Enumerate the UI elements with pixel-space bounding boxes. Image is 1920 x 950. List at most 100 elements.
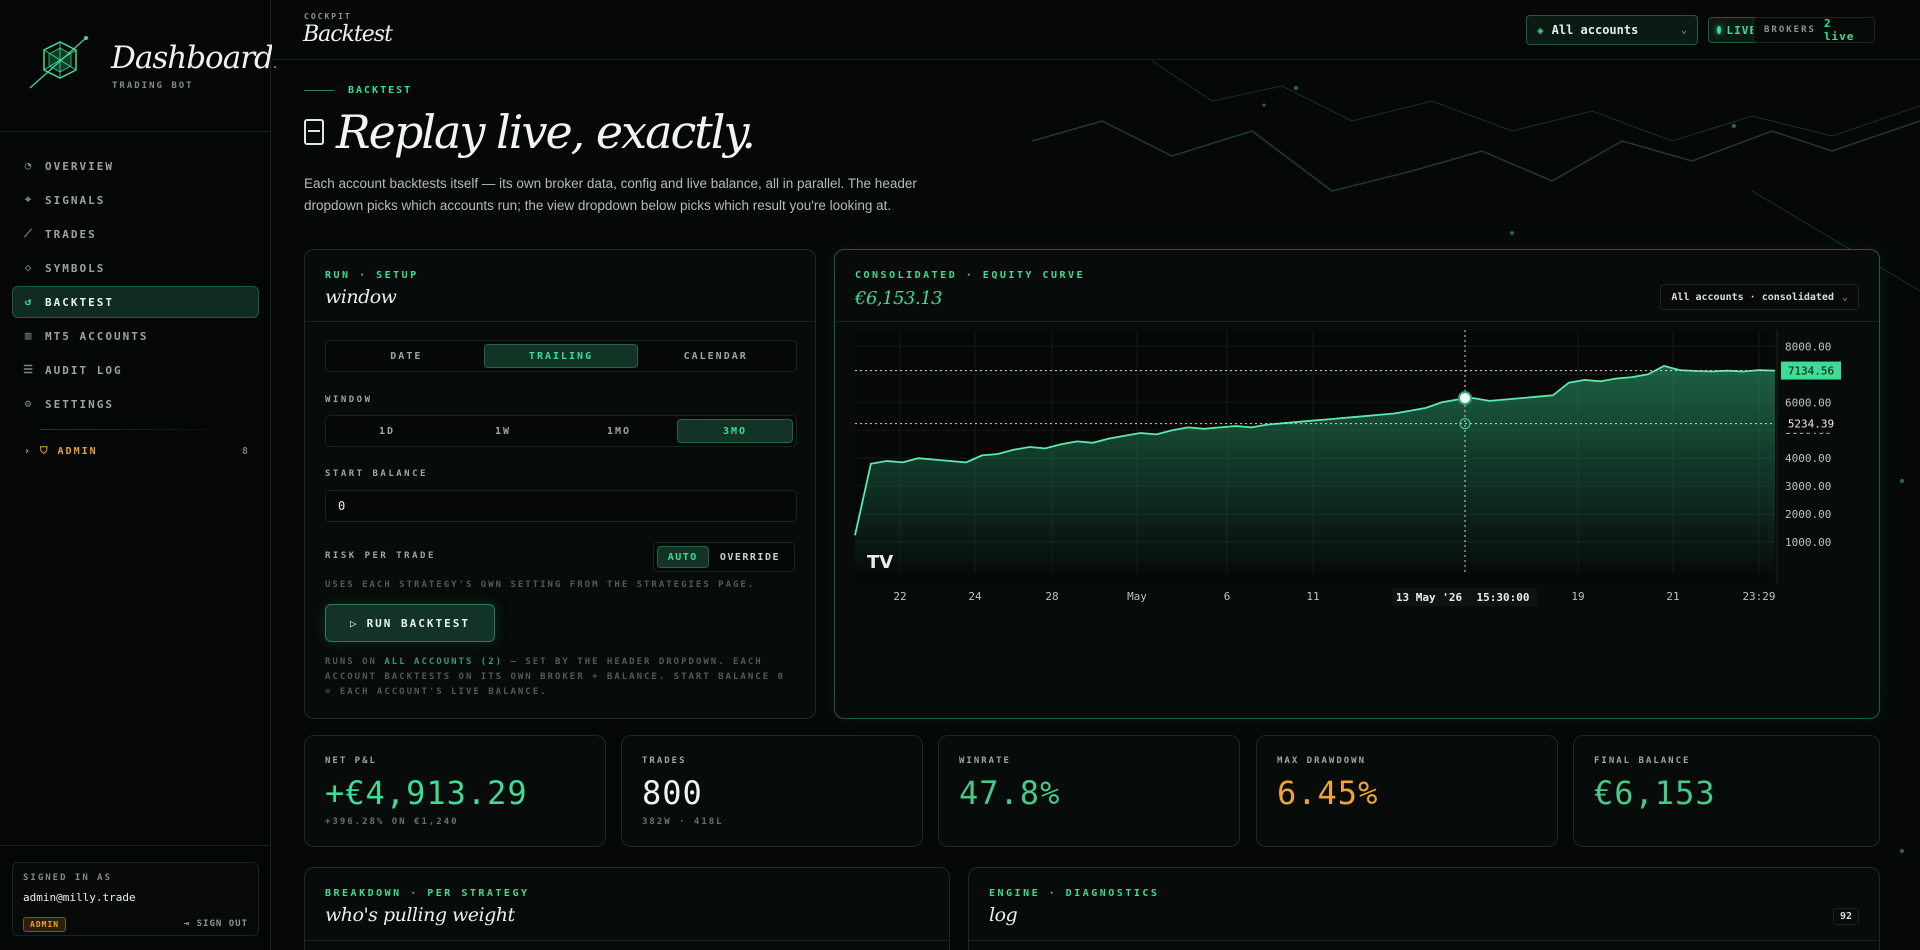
- sidebar-item-settings[interactable]: ⚙ SETTINGS: [12, 388, 259, 420]
- risk-note: USES EACH STRATEGY'S OWN SETTING FROM TH…: [325, 580, 756, 590]
- panel-kicker: RUN · SETUP: [325, 270, 419, 281]
- stat-label: WINRATE: [959, 756, 1011, 766]
- sidebar-item-label: MT5 ACCOUNTS: [45, 329, 149, 343]
- sidebar-divider: [0, 131, 271, 132]
- footer-note-part: RUNS ON: [325, 657, 385, 667]
- sidebar-item-label: SETTINGS: [45, 397, 114, 411]
- x-tick-label: 22: [893, 590, 906, 603]
- sidebar-item-overview[interactable]: ◔ OVERVIEW: [12, 150, 259, 182]
- window-1mo[interactable]: 1MO: [561, 419, 677, 443]
- stat-sub: +396.28% ON €1,240: [325, 817, 459, 827]
- risk-auto[interactable]: AUTO: [656, 546, 709, 568]
- tag-icon: ◇: [24, 261, 34, 274]
- stat-winrate: WINRATE 47.8%: [938, 735, 1240, 847]
- window-selector: 1D 1W 1MO 3MO: [325, 415, 797, 447]
- live-indicator-icon: [1717, 26, 1721, 34]
- list-icon: ☰: [23, 363, 35, 376]
- brokers-status[interactable]: BROKERS 2 live: [1753, 17, 1875, 43]
- crosshair-time-label: 15:30:00: [1477, 591, 1530, 604]
- y-tick-label: 6000.00: [1785, 396, 1831, 409]
- chevron-down-icon: ⌄: [1680, 24, 1687, 36]
- eyebrow-line: [304, 90, 334, 91]
- accounts-dropdown-label: All accounts: [1551, 23, 1639, 37]
- y-tick-label: 4000.00: [1785, 452, 1831, 465]
- window-1w[interactable]: 1W: [445, 419, 561, 443]
- sidebar-item-backtest[interactable]: ↺ BACKTEST: [12, 286, 259, 318]
- hero-text: Replay live, exactly.: [336, 105, 756, 159]
- sidebar-bottom-divider: [0, 845, 271, 846]
- x-tick-label: 21: [1666, 590, 1679, 603]
- stat-value: 6.45%: [1277, 774, 1379, 812]
- x-tick-label: 19: [1571, 590, 1584, 603]
- risk-label: RISK PER TRADE: [325, 551, 436, 561]
- sidebar-item-trades[interactable]: ⟋ TRADES: [12, 218, 259, 250]
- accounts-dropdown[interactable]: ◈ All accounts ⌄: [1526, 15, 1698, 45]
- sign-out-button[interactable]: ⇥ SIGN OUT: [184, 919, 248, 929]
- panel-title: log: [989, 904, 1018, 926]
- y-tick-label: 1000.00: [1785, 536, 1831, 549]
- eyebrow-label: BACKTEST: [348, 85, 413, 96]
- hero-heading: Replay live, exactly.: [304, 105, 756, 159]
- role-badge: ADMIN: [23, 917, 67, 932]
- sidebar-item-label: AUDIT LOG: [45, 363, 123, 377]
- crosshair-y-label: 5234.39: [1788, 418, 1834, 431]
- sidebar-item-admin[interactable]: › ⛉ ADMIN 8: [24, 442, 250, 460]
- crosshair-point: [1458, 391, 1472, 406]
- sidebar: Dashboard. TRADING BOT ◔ OVERVIEW ⌖ SIGN…: [0, 0, 277, 950]
- last-value-label: 7134.56: [1788, 365, 1834, 378]
- sidebar-item-signals[interactable]: ⌖ SIGNALS: [12, 184, 259, 216]
- panel-kicker: BREAKDOWN · PER STRATEGY: [325, 888, 530, 899]
- layers-icon: ◈: [1537, 23, 1544, 37]
- brand[interactable]: Dashboard. TRADING BOT: [26, 36, 277, 96]
- sidebar-item-symbols[interactable]: ◇ SYMBOLS: [12, 252, 259, 284]
- user-email: admin@milly.trade: [23, 891, 136, 904]
- page-title: Backtest: [303, 22, 393, 47]
- y-tick-label: 2000.00: [1785, 508, 1831, 521]
- brokers-value: 2 live: [1823, 17, 1855, 43]
- hourglass-icon: [304, 119, 324, 145]
- sidebar-item-label: SIGNALS: [45, 193, 106, 207]
- sidebar-item-audit-log[interactable]: ☰ AUDIT LOG: [12, 354, 259, 386]
- x-tick-label: 28: [1045, 590, 1058, 603]
- stat-value: €6,153: [1594, 774, 1716, 812]
- stat-label: MAX DRAWDOWN: [1277, 756, 1367, 766]
- chevron-right-icon: ›: [24, 445, 33, 457]
- nav-separator: [40, 429, 240, 430]
- y-tick-label: 3000.00: [1785, 480, 1831, 493]
- x-tick-label: 11: [1306, 590, 1319, 603]
- run-backtest-button[interactable]: ▷ RUN BACKTEST: [325, 604, 495, 642]
- panel-divider: [305, 940, 949, 941]
- brokers-label: BROKERS: [1764, 25, 1816, 35]
- window-3mo[interactable]: 3MO: [677, 419, 793, 443]
- stat-value: 47.8%: [959, 774, 1061, 812]
- stat-max-drawdown: MAX DRAWDOWN 6.45%: [1256, 735, 1558, 847]
- sidebar-item-label: OVERVIEW: [45, 159, 114, 173]
- mode-date[interactable]: DATE: [329, 344, 484, 368]
- stat-label: NET P&L: [325, 756, 377, 766]
- x-tick-label: 24: [968, 590, 982, 603]
- stat-label: FINAL BALANCE: [1594, 756, 1691, 766]
- mode-calendar[interactable]: CALENDAR: [638, 344, 793, 368]
- crosshair-date-label: 13 May '26: [1396, 591, 1463, 604]
- sidebar-item-label: SYMBOLS: [45, 261, 106, 275]
- breadcrumb: COCKPIT: [304, 12, 352, 21]
- y-tick-label: 8000.00: [1785, 340, 1831, 353]
- page-description: Each account backtests itself — its own …: [304, 176, 917, 213]
- equity-chart[interactable]: 8000.007000.006000.005000.004000.003000.…: [835, 250, 1881, 720]
- gear-icon: ⚙: [24, 397, 34, 410]
- shield-icon: ⛉: [40, 445, 50, 457]
- chart-line-icon: ⟋: [24, 227, 34, 240]
- user-card: SIGNED IN AS admin@milly.trade ADMIN ⇥ S…: [12, 862, 259, 936]
- sidebar-item-mt5-accounts[interactable]: ▥ MT5 ACCOUNTS: [12, 320, 259, 352]
- breakdown-panel: BREAKDOWN · PER STRATEGY who's pulling w…: [304, 867, 950, 950]
- panel-kicker: ENGINE · DIAGNOSTICS: [989, 888, 1160, 899]
- window-1d[interactable]: 1D: [329, 419, 445, 443]
- stat-value: 800: [642, 774, 703, 812]
- mode-trailing[interactable]: TRAILING: [483, 344, 639, 368]
- start-balance-input[interactable]: 0: [325, 490, 797, 522]
- crosshair-icon: ⌖: [24, 193, 34, 206]
- log-count-badge: 92: [1832, 908, 1859, 925]
- brand-title: Dashboard.: [111, 40, 277, 76]
- risk-override[interactable]: OVERRIDE: [709, 546, 791, 568]
- panel-header: RUN · SETUP window: [305, 250, 815, 322]
